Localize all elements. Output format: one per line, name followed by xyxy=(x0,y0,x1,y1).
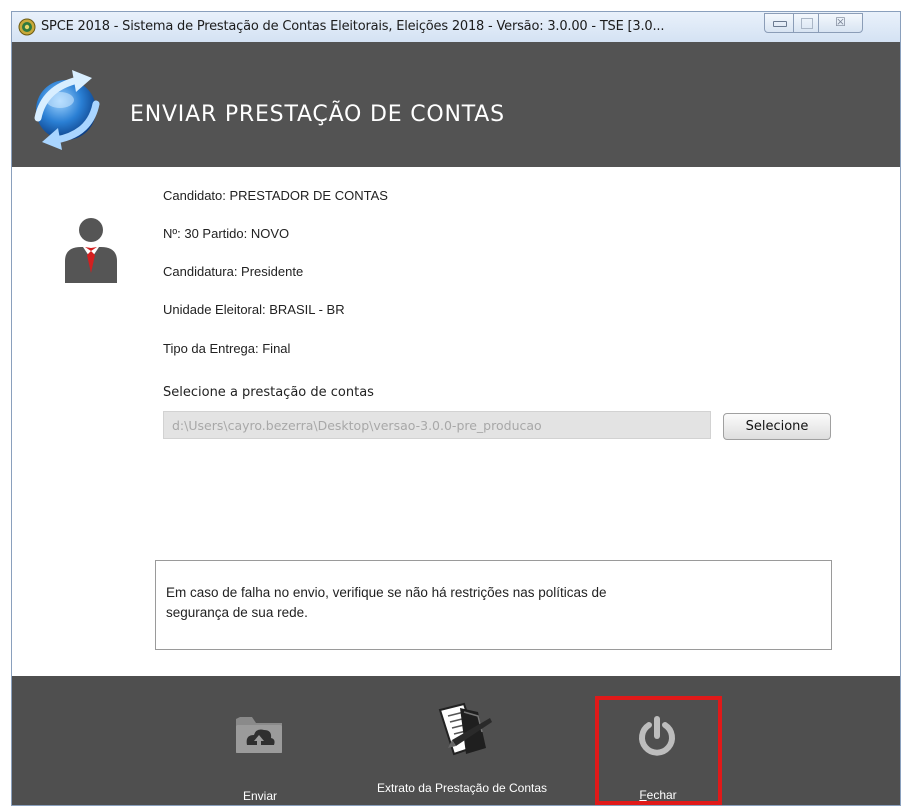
app-window: SPCE 2018 - Sistema de Prestação de Cont… xyxy=(11,11,901,806)
close-icon: ☒ xyxy=(835,15,846,29)
maximize-button[interactable] xyxy=(793,13,819,33)
action-footer: Enviar Extrato da Prestação de Contas Fe… xyxy=(12,676,900,805)
sync-globe-icon xyxy=(34,70,100,150)
minimize-icon xyxy=(773,21,787,27)
cloud-upload-folder-icon xyxy=(236,717,282,753)
candidate-name: Candidato: PRESTADOR DE CONTAS xyxy=(163,188,388,203)
tse-seal-icon xyxy=(18,18,36,36)
send-label: Enviar xyxy=(242,789,277,803)
page-title: ENVIAR PRESTAÇÃO DE CONTAS xyxy=(130,102,505,127)
statement-button[interactable]: Extrato da Prestação de Contas xyxy=(352,676,572,805)
notice-line-1: Em caso de falha no envio, verifique se … xyxy=(166,585,607,600)
select-button[interactable]: Selecione xyxy=(723,413,831,440)
highlight-box xyxy=(595,696,722,805)
statement-label: Extrato da Prestação de Contas xyxy=(376,781,548,795)
window-title: SPCE 2018 - Sistema de Prestação de Cont… xyxy=(41,19,665,34)
notice-line-2: segurança de sua rede. xyxy=(166,605,308,620)
title-bar[interactable]: SPCE 2018 - Sistema de Prestação de Cont… xyxy=(12,12,900,43)
notice-text: Em caso de falha no envio, verifique se … xyxy=(166,583,766,623)
minimize-button[interactable] xyxy=(764,13,794,33)
maximize-icon xyxy=(801,18,813,29)
notice-box: Em caso de falha no envio, verifique se … xyxy=(155,560,832,650)
document-statement-icon xyxy=(438,702,492,756)
select-prestacao-label: Selecione a prestação de contas xyxy=(163,385,374,400)
path-input[interactable] xyxy=(163,411,711,439)
candidate-candidacy: Candidatura: Presidente xyxy=(163,264,304,279)
candidate-number-party: Nº: 30 Partido: NOVO xyxy=(163,226,290,241)
candidate-avatar-icon xyxy=(65,218,117,283)
send-button[interactable]: Enviar xyxy=(220,676,300,805)
close-window-button[interactable]: ☒ xyxy=(818,13,863,33)
candidate-delivery-type: Tipo da Entrega: Final xyxy=(163,341,291,356)
page-header: ENVIAR PRESTAÇÃO DE CONTAS xyxy=(12,42,900,167)
candidate-electoral-unit: Unidade Eleitoral: BRASIL - BR xyxy=(163,302,345,317)
